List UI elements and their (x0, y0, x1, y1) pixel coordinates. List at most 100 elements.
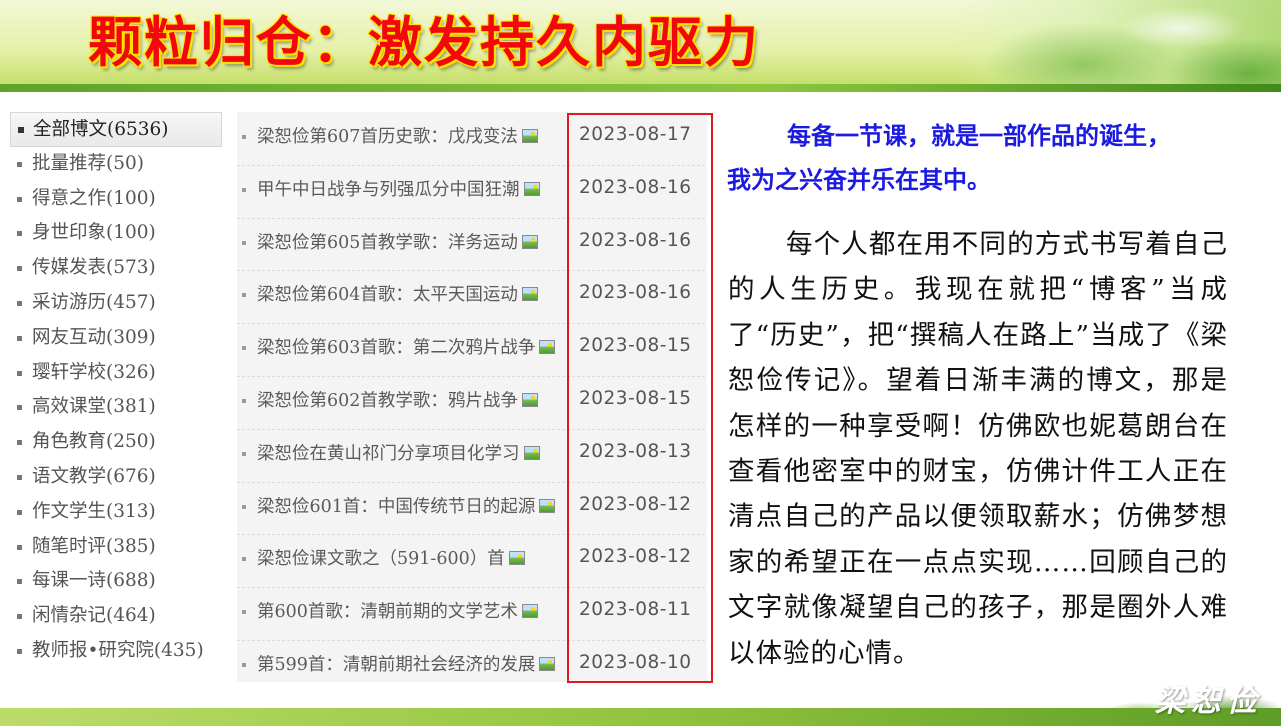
bullet-icon (242, 398, 246, 403)
image-icon (521, 234, 538, 249)
quote-line-2: 我为之兴奋并乐在其中。 (727, 166, 991, 194)
category-item[interactable]: 身世印象(100) (10, 216, 222, 251)
bullet-icon (17, 544, 22, 550)
bullet-icon (242, 135, 246, 139)
quote-block: 每备一节课，就是一部作品的诞生， 我为之兴奋并乐在其中。 (727, 114, 1247, 202)
category-label: 得意之作(100) (32, 187, 156, 209)
category-label: 闲情杂记(464) (32, 605, 156, 627)
category-item[interactable]: 每课一诗(688) (10, 564, 222, 599)
category-label: 采访游历(457) (32, 291, 156, 313)
slide-title: 颗粒归仓：激发持久内驱力 (88, 11, 760, 74)
article-title: 梁恕俭第603首歌：第二次鸦片战争 (257, 338, 536, 359)
date-highlight-box (567, 113, 713, 683)
image-icon (539, 656, 556, 671)
bullet-icon (18, 127, 24, 133)
bullet-icon (17, 266, 22, 272)
category-label: 教师报•研究院(435) (32, 639, 204, 661)
category-label: 高效课堂(381) (32, 396, 156, 418)
article-link[interactable]: 梁恕俭第603首歌：第二次鸦片战争 (257, 335, 556, 361)
image-icon (521, 287, 538, 302)
category-item[interactable]: 闲情杂记(464) (10, 599, 222, 634)
category-label: 语文教学(676) (32, 465, 156, 487)
category-label: 全部博文(6536) (33, 119, 169, 140)
article-link[interactable]: 梁恕俭第605首教学歌：洋务运动 (257, 230, 538, 256)
bullet-icon (242, 293, 246, 298)
bullet-icon (17, 370, 22, 376)
bullet-icon (242, 187, 246, 192)
bullet-icon (17, 474, 22, 480)
image-icon (539, 340, 556, 355)
article-title: 梁恕俭第605首教学歌：洋务运动 (257, 232, 518, 253)
category-item[interactable]: 角色教育(250) (10, 425, 222, 460)
bullet-icon (242, 451, 246, 456)
article-link[interactable]: 第600首歌：清朝前期的文学艺术 (257, 599, 538, 625)
article-link[interactable]: 梁恕俭601首：中国传统节日的起源 (257, 494, 556, 520)
image-icon (521, 129, 538, 143)
body-paragraph: 每个人都在用不同的方式书写着自己的人生历史。我现在就把“博客”当成了“历史”，把… (728, 229, 1228, 669)
article-link[interactable]: 梁恕俭第602首教学歌：鸦片战争 (257, 388, 538, 414)
bullet-icon (242, 240, 246, 245)
bullet-icon (242, 504, 246, 509)
bullet-icon (17, 579, 22, 585)
footer-band (0, 708, 1281, 726)
quote-line-1: 每备一节课，就是一部作品的诞生， (787, 122, 1171, 150)
article-title: 甲午中日战争与列强瓜分中国狂潮 (257, 179, 520, 200)
article-title: 梁恕俭第607首历史歌：戊戌变法 (257, 127, 518, 147)
category-item[interactable]: 网友互动(309) (10, 321, 222, 356)
article-link[interactable]: 梁恕俭第607首历史歌：戊戌变法 (257, 124, 538, 150)
category-label: 随笔时评(385) (32, 535, 156, 557)
article-title: 第599首：清朝前期社会经济的发展 (257, 654, 536, 675)
bullet-icon (242, 346, 246, 351)
header-band: 颗粒归仓：激发持久内驱力 (0, 0, 1281, 92)
bullet-icon (17, 509, 22, 515)
image-icon (539, 498, 556, 513)
article-title: 梁恕俭第604首歌：太平天国运动 (257, 285, 518, 306)
image-icon (521, 604, 538, 619)
category-item[interactable]: 全部博文(6536) (10, 112, 222, 147)
article-title: 第600首歌：清朝前期的文学艺术 (257, 602, 518, 623)
category-label: 璎轩学校(326) (32, 361, 156, 383)
category-label: 批量推荐(50) (32, 152, 144, 174)
bullet-icon (17, 440, 22, 446)
bullet-icon (17, 648, 22, 654)
article-link[interactable]: 第599首：清朝前期社会经济的发展 (257, 652, 556, 678)
bullet-icon (242, 557, 246, 562)
header-stripe (0, 84, 1281, 92)
bullet-icon (17, 614, 22, 620)
category-label: 作文学生(313) (32, 500, 156, 522)
article-title: 梁恕俭第602首教学歌：鸦片战争 (257, 390, 518, 411)
bullet-icon (242, 662, 246, 667)
bullet-icon (17, 335, 22, 341)
article-link[interactable]: 甲午中日战争与列强瓜分中国狂潮 (257, 177, 540, 203)
image-icon (521, 392, 538, 407)
image-icon (508, 551, 525, 566)
category-item[interactable]: 作文学生(313) (10, 495, 222, 530)
category-item[interactable]: 璎轩学校(326) (10, 356, 222, 391)
bullet-icon (17, 405, 22, 411)
article-link[interactable]: 梁恕俭第604首歌：太平天国运动 (257, 282, 538, 308)
category-label: 每课一诗(688) (32, 570, 156, 592)
article-title: 梁恕俭601首：中国传统节日的起源 (257, 496, 536, 517)
category-list: 全部博文(6536) 批量推荐(50) 得意之作(100) 身世印象(100) 传媒发表… (10, 112, 222, 682)
bullet-icon (242, 610, 246, 615)
bullet-icon (17, 196, 22, 202)
category-item[interactable]: 高效课堂(381) (10, 390, 222, 425)
article-link[interactable]: 梁恕俭课文歌之（591-600）首 (257, 546, 525, 572)
bullet-icon (17, 231, 22, 237)
image-icon (523, 445, 540, 460)
leaf-decoration (951, 0, 1281, 92)
category-label: 角色教育(250) (32, 431, 156, 453)
category-item[interactable]: 采访游历(457) (10, 286, 222, 321)
bullet-icon (17, 161, 22, 167)
article-title: 梁恕俭课文歌之（591-600）首 (257, 549, 505, 570)
category-item[interactable]: 教师报•研究院(435) (10, 634, 222, 669)
bullet-icon (17, 300, 22, 306)
category-item[interactable]: 批量推荐(50) (10, 147, 222, 182)
category-item[interactable]: 得意之作(100) (10, 182, 222, 217)
category-item[interactable]: 语文教学(676) (10, 460, 222, 495)
article-title: 梁恕俭在黄山祁门分享项目化学习 (257, 443, 520, 464)
category-item[interactable]: 随笔时评(385) (10, 530, 222, 565)
article-link[interactable]: 梁恕俭在黄山祁门分享项目化学习 (257, 441, 540, 467)
category-label: 身世印象(100) (32, 222, 156, 244)
category-item[interactable]: 传媒发表(573) (10, 251, 222, 286)
